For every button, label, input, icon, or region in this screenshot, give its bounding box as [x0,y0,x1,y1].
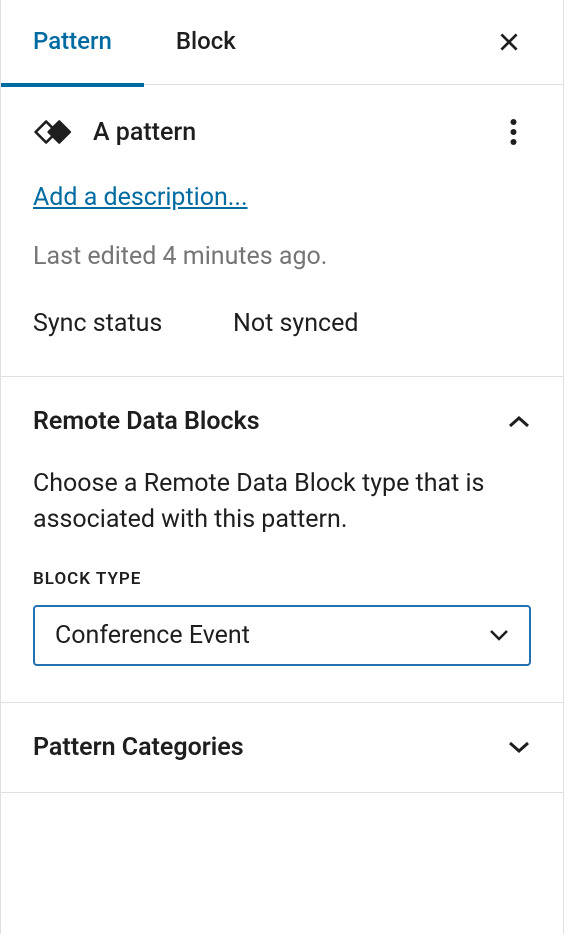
sync-status-label: Sync status [33,309,233,338]
chevron-down-icon [489,629,509,641]
block-type-label: BLOCK TYPE [33,569,531,589]
section-content: Choose a Remote Data Block type that is … [1,466,563,702]
add-description-row: Add a description... [1,153,563,212]
close-button[interactable] [487,20,531,64]
chevron-up-icon [507,410,531,434]
add-description-link[interactable]: Add a description... [33,183,248,212]
chevron-down-icon [507,735,531,759]
block-type-select[interactable]: Conference Event [33,605,531,666]
tab-pattern[interactable]: Pattern [1,0,144,87]
tabs-header: Pattern Block [1,0,563,85]
pattern-icon [33,111,75,153]
pattern-header: A pattern [1,85,563,153]
panel-body: A pattern Add a description... Last edit… [1,85,563,793]
pattern-title: A pattern [93,118,495,147]
select-value: Conference Event [55,621,250,650]
section-title: Pattern Categories [33,733,244,762]
sync-status-row: Sync status Not synced [1,271,563,377]
section-header-pattern-categories[interactable]: Pattern Categories [1,703,563,792]
section-title: Remote Data Blocks [33,407,260,436]
section-description: Choose a Remote Data Block type that is … [33,466,531,539]
tab-block[interactable]: Block [144,0,268,87]
last-edited-text: Last edited 4 minutes ago. [1,212,563,271]
sync-status-value: Not synced [233,309,358,338]
more-options-button[interactable] [495,114,531,150]
section-remote-data-blocks: Remote Data Blocks Choose a Remote Data … [1,377,563,703]
section-pattern-categories: Pattern Categories [1,703,563,793]
close-icon [496,29,522,55]
section-header-remote-data-blocks[interactable]: Remote Data Blocks [1,377,563,466]
more-vertical-icon [510,119,517,145]
